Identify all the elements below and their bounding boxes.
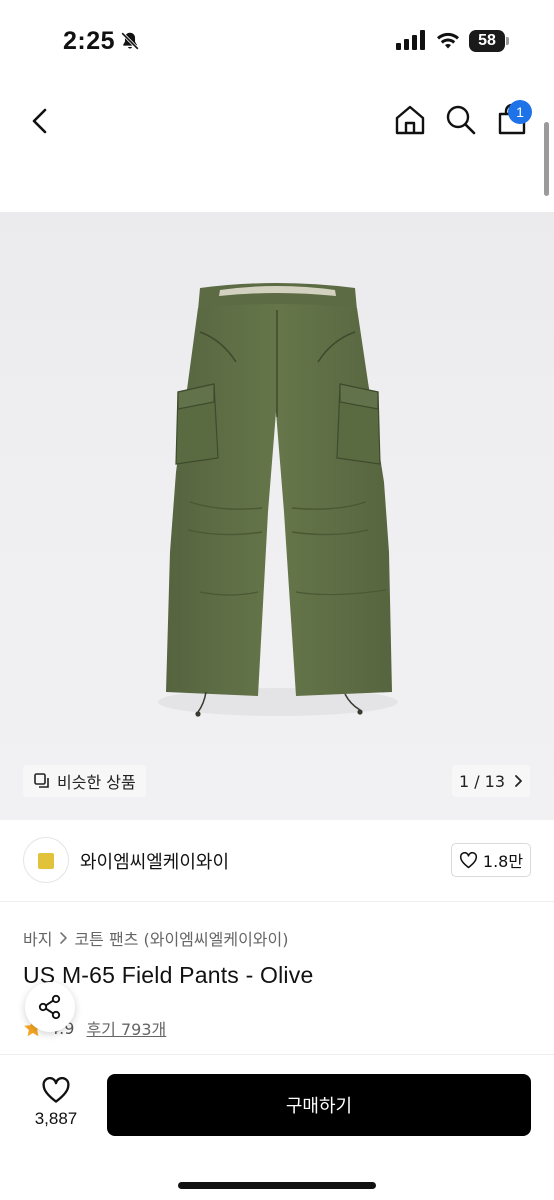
copy-icon (34, 773, 49, 788)
brand-like-count: 1.8만 (482, 852, 524, 871)
similar-products-label: 비슷한 상품 (57, 773, 136, 792)
product-title: US M-65 Field Pants - Olive (23, 962, 314, 988)
page-indicator-text: 1 / 13 (458, 771, 506, 791)
similar-products-button[interactable]: 비슷한 상품 (23, 765, 146, 797)
home-indicator (178, 1182, 376, 1189)
share-icon (38, 994, 61, 1020)
heart-outline-icon (42, 1077, 70, 1103)
top-nav (0, 84, 554, 156)
wishlist-count: 3,887 (34, 1109, 78, 1128)
back-arrow-icon[interactable] (26, 104, 54, 138)
heart-outline-icon (459, 851, 477, 868)
status-bar: 2:25 58 (0, 0, 554, 84)
bell-muted-icon (121, 32, 139, 50)
olive-cargo-pants-image (158, 283, 398, 717)
bottom-purchase-bar: 3,887 구매하기 (0, 1054, 554, 1200)
image-page-indicator[interactable]: 1 / 13 (452, 765, 530, 797)
brand-row[interactable]: 와이엠씨엘케이와이 1.8만 (0, 820, 554, 902)
breadcrumb-category[interactable]: 바지 (23, 926, 52, 950)
status-time: 2:25 (63, 27, 116, 55)
share-button[interactable] (25, 982, 75, 1032)
brand-logo[interactable] (23, 837, 69, 883)
cart-count-badge: 1 (508, 100, 532, 124)
scrollbar[interactable] (544, 122, 549, 196)
battery-icon: 58 (469, 30, 509, 52)
wifi-icon (437, 32, 459, 49)
chevron-right-icon (515, 775, 522, 787)
breadcrumb: 바지 코튼 팬츠 (와이엠씨엘케이와이) (23, 926, 288, 950)
brand-name[interactable]: 와이엠씨엘케이와이 (80, 848, 229, 874)
cellular-signal-icon (396, 30, 425, 50)
brand-logo-mark (38, 853, 54, 869)
product-image[interactable] (0, 212, 554, 820)
home-icon[interactable] (393, 103, 427, 137)
chevron-right-icon (60, 932, 68, 944)
search-icon[interactable] (444, 103, 478, 137)
reviews-link[interactable]: 후기 793개 (86, 1016, 166, 1040)
wishlist-button[interactable]: 3,887 (30, 1077, 82, 1133)
buy-button[interactable]: 구매하기 (107, 1074, 531, 1136)
battery-level: 58 (469, 30, 505, 52)
brand-like-button[interactable]: 1.8만 (451, 843, 531, 877)
breadcrumb-subcategory[interactable]: 코튼 팬츠 (와이엠씨엘케이와이) (74, 926, 288, 950)
